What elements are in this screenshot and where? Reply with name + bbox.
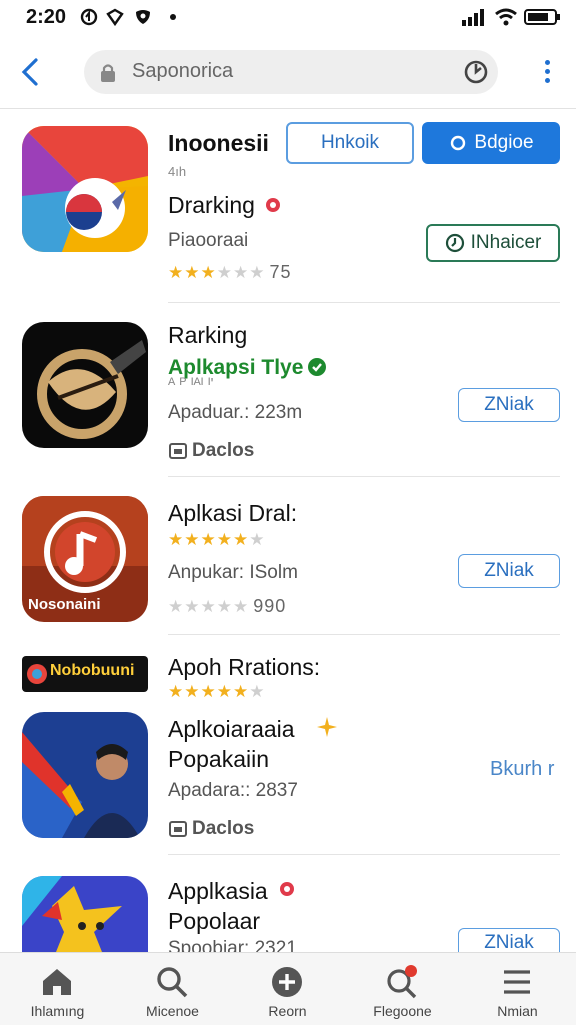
battery-icon bbox=[524, 9, 560, 25]
action-button[interactable]: ZNiak bbox=[458, 388, 560, 422]
status-app-icon bbox=[136, 10, 150, 24]
app-icon-text: Nosonaini bbox=[28, 596, 101, 613]
nav-search[interactable]: Micenoe bbox=[115, 953, 230, 1025]
add-circle-icon bbox=[272, 967, 302, 997]
search-icon bbox=[157, 967, 188, 998]
clock-icon bbox=[445, 233, 464, 253]
rating-stars: ★★★★★★ bbox=[168, 682, 266, 701]
banner-text: Nobobuuni bbox=[50, 662, 135, 679]
nav-label: Reorn bbox=[268, 1003, 307, 1019]
menu-icon bbox=[504, 970, 530, 994]
sparkle-icon bbox=[317, 717, 337, 737]
address-text[interactable]: Saponorica bbox=[132, 60, 233, 83]
calendar-icon bbox=[169, 443, 187, 459]
app-title: Apoh Rrations: bbox=[168, 654, 321, 680]
divider bbox=[168, 634, 560, 635]
bottom-navigation: Ihlamıng Micenoe Reorn Flegoone Nmian bbox=[0, 952, 576, 1025]
status-shield-icon bbox=[106, 8, 124, 26]
calendar-icon bbox=[169, 821, 187, 837]
app-title: Inoonesii bbox=[168, 130, 269, 156]
app-overlay-text: ᴬ ᴾ ᴵᴬᴵ ᴵ' bbox=[168, 376, 214, 393]
wifi-icon bbox=[495, 8, 517, 26]
app-meta: Apadara:: 2837 bbox=[168, 780, 298, 801]
app-icon[interactable] bbox=[22, 126, 148, 252]
app-icon[interactable] bbox=[22, 712, 148, 838]
install-label: INhaicer bbox=[470, 232, 542, 253]
rating-count: 75 bbox=[269, 262, 292, 282]
banner-logo-icon bbox=[27, 664, 47, 684]
app-subtitle: Popakaiin bbox=[168, 746, 270, 772]
app-icon[interactable] bbox=[22, 322, 148, 448]
divider bbox=[168, 476, 560, 477]
nav-label: Ihlamıng bbox=[30, 1003, 85, 1019]
more-menu-icon[interactable] bbox=[538, 56, 556, 90]
flower-icon bbox=[266, 198, 280, 212]
nav-label: Micenoe bbox=[146, 1003, 199, 1019]
signal-icon bbox=[462, 9, 484, 26]
hnkoik-button[interactable]: Hnkoik bbox=[286, 122, 414, 164]
address-bar[interactable]: Saponorica bbox=[84, 50, 498, 94]
nav-label: Nmian bbox=[497, 1003, 538, 1019]
rating-count: 990 bbox=[253, 596, 287, 616]
app-title: Rarking bbox=[168, 322, 248, 348]
app-extra: Daclos bbox=[192, 818, 255, 839]
app-subtitle: Popolaar bbox=[168, 908, 261, 934]
app-icon[interactable] bbox=[22, 876, 148, 952]
app-subtitle: Drarking bbox=[168, 192, 255, 218]
rating-stars: ★★★★★★ bbox=[168, 530, 266, 549]
status-time: 2:20 bbox=[26, 6, 67, 28]
reload-icon[interactable] bbox=[462, 58, 490, 86]
lock-icon bbox=[101, 64, 115, 82]
nav-home[interactable]: Ihlamıng bbox=[0, 953, 115, 1025]
app-meta: Anpukar: ISolm bbox=[168, 562, 298, 583]
flower-icon bbox=[280, 882, 294, 896]
nav-notifications[interactable]: Flegoone bbox=[345, 953, 460, 1025]
status-bar: 2:20 bbox=[0, 0, 576, 36]
bdgioe-label: Bdgioe bbox=[474, 132, 534, 153]
settings-icon bbox=[451, 135, 466, 151]
app-banner[interactable]: Nobobuuni bbox=[22, 656, 148, 692]
bdgioe-button[interactable]: Bdgioe bbox=[422, 122, 560, 164]
action-button[interactable]: ZNiak bbox=[458, 554, 560, 588]
search-badge-icon bbox=[387, 965, 417, 999]
app-icon[interactable]: Nosonaini bbox=[22, 496, 148, 622]
verified-icon bbox=[308, 358, 326, 376]
nav-add[interactable]: Reorn bbox=[230, 953, 345, 1025]
rating-stars: ★★★★★★ 75 bbox=[168, 262, 292, 282]
app-tag: 4ıh bbox=[168, 164, 187, 179]
nav-menu[interactable]: Nmian bbox=[460, 953, 575, 1025]
app-extra: Daclos bbox=[192, 440, 255, 461]
status-dot-icon bbox=[170, 14, 176, 20]
app-title: Aplkasi Dral: bbox=[168, 500, 298, 526]
app-title: Aplkoiaraaia bbox=[168, 716, 295, 742]
action-link[interactable]: Bkurh r bbox=[490, 758, 554, 781]
home-icon bbox=[43, 969, 71, 995]
app-meta: Piaooraai bbox=[168, 230, 249, 251]
browser-toolbar: Saponorica bbox=[0, 38, 576, 109]
nav-label: Flegoone bbox=[373, 1003, 432, 1019]
divider bbox=[168, 302, 560, 303]
divider bbox=[168, 854, 560, 855]
rating-stars-secondary: ★★★★★ 990 bbox=[168, 596, 287, 616]
status-notification-icon bbox=[80, 8, 98, 26]
back-icon[interactable] bbox=[16, 54, 44, 90]
app-meta: Apaduar.: 223m bbox=[168, 402, 303, 423]
install-button[interactable]: INhaicer bbox=[426, 224, 560, 262]
app-title: Applkasia bbox=[168, 878, 268, 904]
